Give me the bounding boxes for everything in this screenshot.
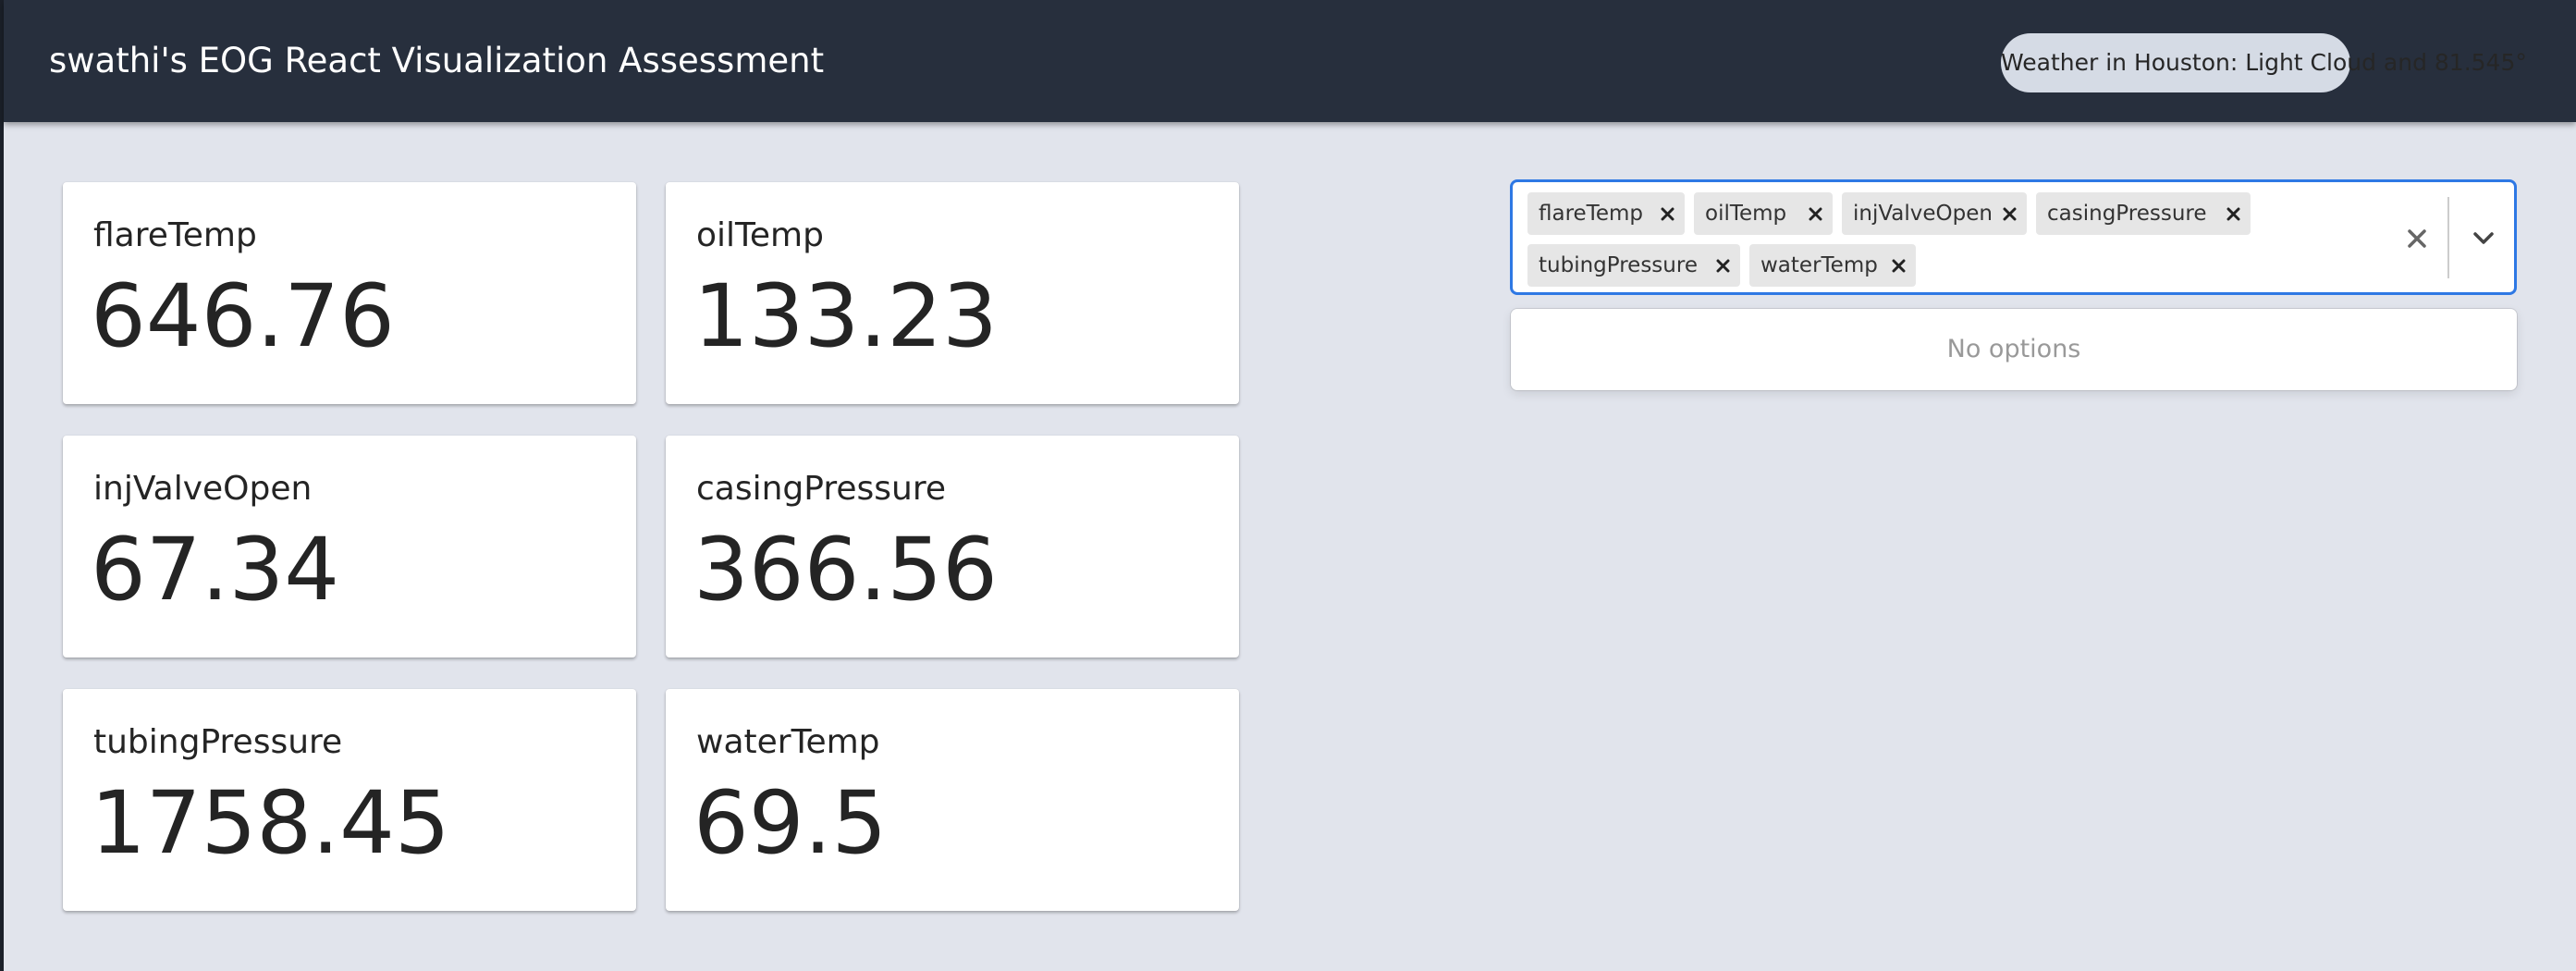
close-icon: [2003, 207, 2017, 221]
metric-card-title: casingPressure: [696, 470, 946, 508]
metric-card-title: tubingPressure: [93, 723, 343, 761]
chip-label: flareTemp: [1539, 202, 1643, 226]
chip-label: casingPressure: [2047, 202, 2207, 226]
chip-remove-button[interactable]: [2215, 192, 2251, 235]
metric-card-casingPressure: casingPressure 366.56: [666, 436, 1239, 658]
chip-label: waterTemp: [1760, 253, 1878, 277]
metric-multi-select[interactable]: flareTemp oilTemp injValveOpen casingPre…: [1510, 179, 2517, 295]
selected-chip-waterTemp: waterTemp: [1749, 244, 1916, 287]
metric-card-title: flareTemp: [93, 216, 257, 254]
weather-chip[interactable]: Weather in Houston: Light Cloud and 81.5…: [2001, 33, 2527, 92]
metric-card-oilTemp: oilTemp 133.23: [666, 182, 1239, 404]
chip-remove-button[interactable]: [1650, 192, 1685, 235]
chip-label: injValveOpen: [1853, 202, 1993, 226]
metric-card-value: 646.76: [91, 266, 395, 367]
metric-card-tubingPressure: tubingPressure 1758.45: [63, 689, 636, 911]
chip-remove-button[interactable]: [1705, 244, 1740, 287]
close-icon: [1809, 207, 1822, 221]
metric-card-value: 366.56: [693, 520, 998, 621]
chip-label: tubingPressure: [1539, 253, 1698, 277]
close-icon: [2408, 229, 2426, 248]
metric-card-waterTemp: waterTemp 69.5: [666, 689, 1239, 911]
metric-card-title: injValveOpen: [93, 470, 313, 508]
selected-chip-oilTemp: oilTemp: [1694, 192, 1833, 235]
close-icon: [2226, 207, 2240, 221]
selected-chip-flareTemp: flareTemp: [1527, 192, 1685, 235]
close-icon: [1892, 259, 1906, 273]
select-menu: No options: [1511, 309, 2517, 390]
metric-card-value: 133.23: [693, 266, 998, 367]
app-header: swathi's EOG React Visualization Assessm…: [4, 0, 2576, 122]
close-icon: [1661, 207, 1674, 221]
app-title: swathi's EOG React Visualization Assessm…: [49, 41, 825, 80]
metric-card-title: oilTemp: [696, 216, 824, 254]
selected-chip-tubingPressure: tubingPressure: [1527, 244, 1740, 287]
chip-label: oilTemp: [1705, 202, 1787, 226]
dropdown-toggle-button[interactable]: [2460, 217, 2507, 260]
metric-card-value: 1758.45: [91, 773, 450, 874]
chevron-down-icon: [2473, 232, 2494, 244]
metric-card-value: 67.34: [91, 520, 340, 621]
metric-card-value: 69.5: [693, 773, 888, 874]
indicator-separator: [2447, 197, 2449, 278]
selected-chip-injValveOpen: injValveOpen: [1842, 192, 2027, 235]
metric-card-flareTemp: flareTemp 646.76: [63, 182, 636, 404]
window-edge: [0, 0, 4, 971]
close-icon: [1716, 259, 1730, 273]
chip-remove-button[interactable]: [1797, 192, 1833, 235]
chip-remove-button[interactable]: [1881, 244, 1916, 287]
no-options-message: No options: [1946, 335, 2081, 363]
metric-card-title: waterTemp: [696, 723, 880, 761]
clear-all-button[interactable]: [2398, 220, 2435, 257]
selected-chip-casingPressure: casingPressure: [2036, 192, 2251, 235]
metric-card-injValveOpen: injValveOpen 67.34: [63, 436, 636, 658]
chip-remove-button[interactable]: [1992, 192, 2027, 235]
